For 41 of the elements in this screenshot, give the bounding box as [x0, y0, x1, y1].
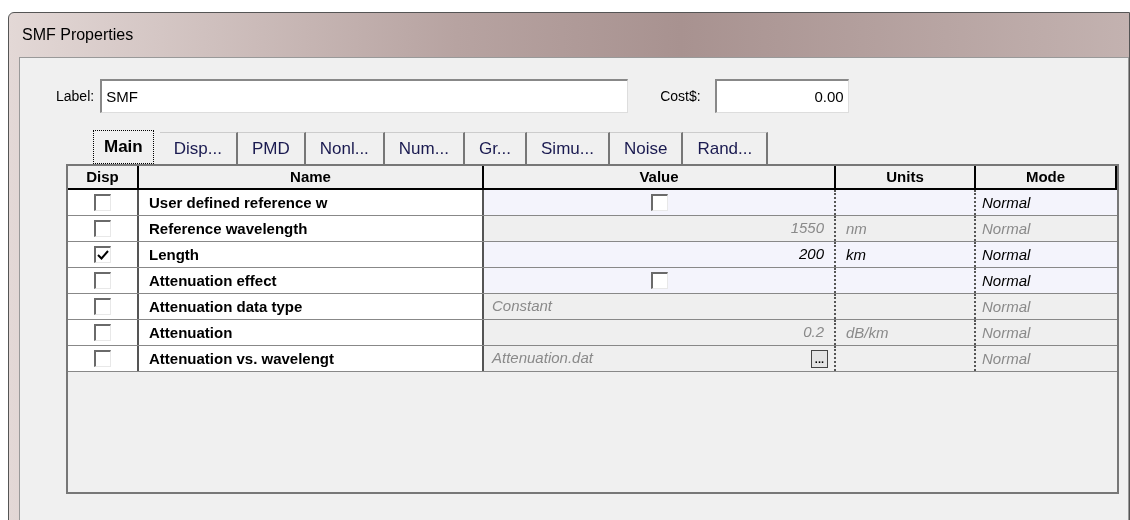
column-header: Value	[484, 166, 836, 188]
table-cell-text: 1550	[790, 218, 824, 239]
table-cell: Normal	[976, 190, 1117, 215]
tab[interactable]: Noise	[609, 132, 684, 164]
table-cell-text: 0.2	[803, 322, 824, 343]
table-cell: Normal	[976, 242, 1117, 267]
table-cell: Length	[139, 242, 484, 267]
table-cell-text: 200	[798, 244, 824, 265]
tab[interactable]: Rand...	[683, 132, 769, 164]
tab[interactable]: PMD	[237, 132, 306, 164]
field-label: Cost$:	[660, 86, 701, 106]
label-field[interactable]: SMF	[100, 79, 629, 113]
tab[interactable]: Disp...	[159, 132, 238, 164]
display-checkbox[interactable]	[94, 246, 111, 263]
tab[interactable]: Main	[93, 130, 154, 164]
table-cell: Reference wavelength	[139, 216, 484, 241]
display-checkbox[interactable]	[94, 272, 111, 289]
value-checkbox[interactable]	[650, 194, 668, 211]
tab[interactable]: Gr...	[464, 132, 528, 164]
table-cell: User defined reference w	[139, 190, 484, 215]
column-header: Name	[139, 166, 484, 188]
table-cell-text: Attenuation.dat	[492, 348, 593, 369]
field-label: Label:	[56, 86, 95, 106]
tab[interactable]: Nonl...	[305, 132, 385, 164]
window-title: SMF Properties	[22, 25, 134, 45]
table-cell: Normal	[976, 268, 1117, 293]
table-cell: Attenuation vs. wavelengt	[139, 346, 484, 371]
display-checkbox[interactable]	[94, 194, 111, 211]
table-cell-text: Constant	[492, 296, 553, 317]
column-header: Units	[836, 166, 976, 188]
column-header: Disp	[68, 166, 139, 188]
table-cell: Attenuation	[139, 320, 484, 345]
tab[interactable]: Num...	[384, 132, 465, 164]
table-cell: Attenuation data type	[139, 294, 484, 319]
column-header: Mode	[976, 166, 1117, 188]
check-icon	[97, 250, 109, 260]
table-cell: km	[836, 242, 976, 267]
table-cell: Attenuation effect	[139, 268, 484, 293]
value-checkbox[interactable]	[650, 272, 668, 289]
tab[interactable]: Simu...	[527, 132, 610, 164]
cost-field[interactable]: 0.00	[714, 79, 849, 113]
